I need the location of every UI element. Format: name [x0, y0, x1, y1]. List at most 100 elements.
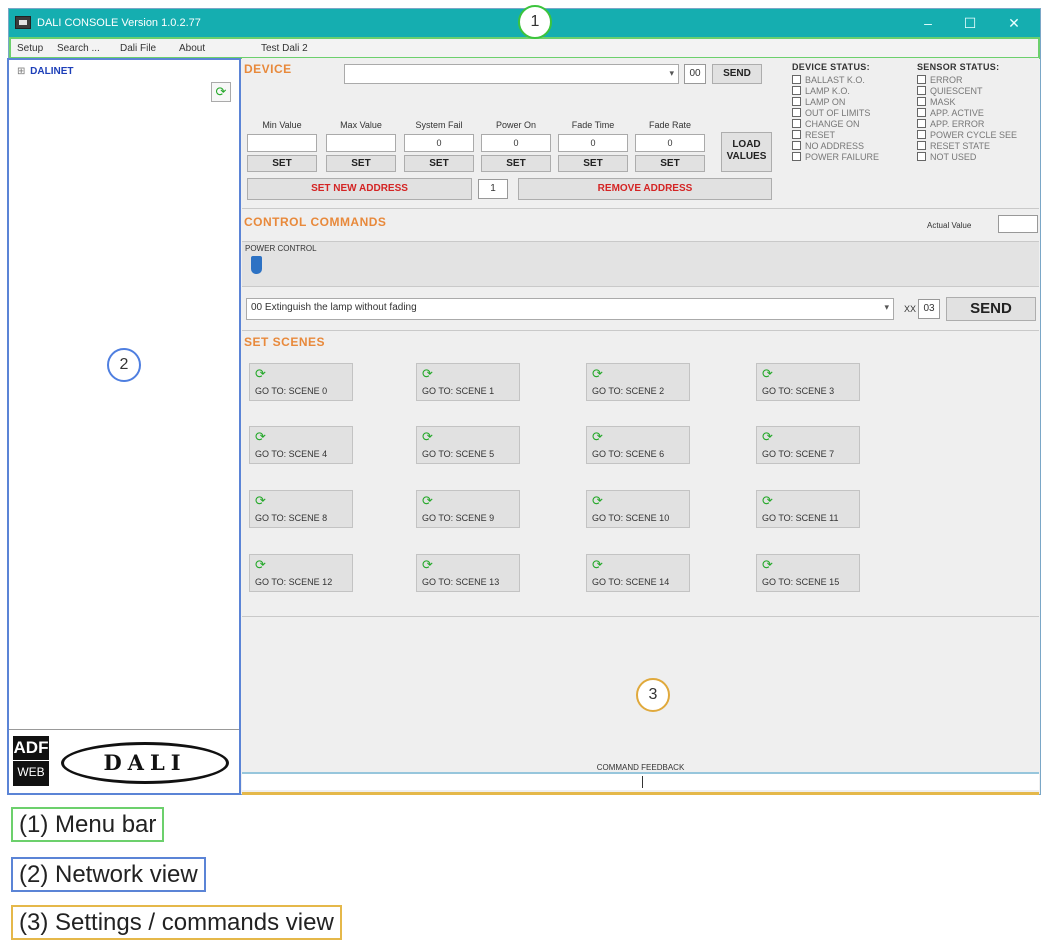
status-change-on: CHANGE ON — [792, 119, 879, 130]
refresh-icon: ⟳ — [255, 429, 266, 444]
power-on-field[interactable]: 0 — [481, 134, 551, 152]
status-lamp-ko: LAMP K.O. — [792, 86, 879, 97]
scene-15-button[interactable]: ⟳ GO TO: SCENE 15 — [756, 554, 860, 592]
new-address-field[interactable]: 1 — [478, 179, 508, 199]
marker-2: 2 — [107, 348, 141, 382]
chevron-down-icon: ▾ — [669, 68, 674, 78]
status-power-failure: POWER FAILURE — [792, 152, 879, 163]
minimize-button[interactable]: – — [913, 13, 943, 33]
refresh-icon: ⟳ — [255, 493, 266, 508]
device-status-title: DEVICE STATUS: — [792, 62, 870, 72]
logos: ADF WEB DALI — [9, 729, 239, 793]
set-new-address-button[interactable]: SET NEW ADDRESS — [247, 178, 472, 200]
checkbox — [917, 152, 926, 161]
menu-dali-file[interactable]: Dali File — [120, 43, 156, 54]
system-fail-field[interactable]: 0 — [404, 134, 474, 152]
tree-expander-icon[interactable]: ⊞ — [17, 66, 25, 77]
menu-search[interactable]: Search ... — [57, 43, 100, 54]
device-send-button[interactable]: SEND — [712, 64, 762, 84]
menu-setup[interactable]: Setup — [17, 43, 43, 54]
checkbox — [792, 152, 801, 161]
scene-11-button[interactable]: ⟳ GO TO: SCENE 11 — [756, 490, 860, 528]
control-commands-title: CONTROL COMMANDS — [244, 215, 387, 229]
min-value-field[interactable] — [247, 134, 317, 152]
checkbox — [917, 119, 926, 128]
refresh-network-button[interactable]: ⟳ — [211, 82, 231, 102]
scene-12-button[interactable]: ⟳ GO TO: SCENE 12 — [249, 554, 353, 592]
scene-8-button[interactable]: ⟳ GO TO: SCENE 8 — [249, 490, 353, 528]
command-feedback-box — [242, 772, 1039, 790]
refresh-icon: ⟳ — [762, 557, 773, 572]
slider-thumb[interactable] — [251, 256, 262, 274]
close-button[interactable]: ✕ — [999, 13, 1029, 33]
legend-menu-bar: (1) Menu bar — [11, 807, 165, 842]
param-label: Power On — [495, 120, 537, 130]
maximize-button[interactable]: ☐ — [955, 13, 985, 33]
set-system-fail-button[interactable]: SET — [404, 155, 474, 172]
power-control-slider[interactable]: POWER CONTROL — [242, 241, 1039, 287]
chevron-down-icon: ▾ — [884, 302, 889, 312]
scene-6-button[interactable]: ⟳ GO TO: SCENE 6 — [586, 426, 690, 464]
checkbox — [792, 141, 801, 150]
scene-9-button[interactable]: ⟳ GO TO: SCENE 9 — [416, 490, 520, 528]
menu-test-dali-2[interactable]: Test Dali 2 — [261, 43, 308, 54]
remove-address-button[interactable]: REMOVE ADDRESS — [518, 178, 772, 200]
set-power-on-button[interactable]: SET — [481, 155, 551, 172]
refresh-icon: ⟳ — [422, 366, 433, 381]
device-select[interactable]: ▾ — [344, 64, 679, 84]
fade-rate-field[interactable]: 0 — [635, 134, 705, 152]
refresh-icon: ⟳ — [422, 493, 433, 508]
device-status-panel: DEVICE STATUS: BALLAST K.O. LAMP K.O. LA… — [792, 62, 879, 163]
set-fade-rate-button[interactable]: SET — [635, 155, 705, 172]
page: DALI CONSOLE Version 1.0.2.77 – ☐ ✕ Setu… — [0, 0, 1041, 943]
adfweb-logo: ADF WEB — [13, 736, 49, 786]
param-label: System Fail — [415, 120, 463, 130]
refresh-icon: ⟳ — [592, 493, 603, 508]
scene-2-button[interactable]: ⟳ GO TO: SCENE 2 — [586, 363, 690, 401]
refresh-icon: ⟳ — [422, 557, 433, 572]
refresh-icon: ⟳ — [422, 429, 433, 444]
scene-1-button[interactable]: ⟳ GO TO: SCENE 1 — [416, 363, 520, 401]
scene-4-button[interactable]: ⟳ GO TO: SCENE 4 — [249, 426, 353, 464]
scene-7-button[interactable]: ⟳ GO TO: SCENE 7 — [756, 426, 860, 464]
checkbox — [917, 130, 926, 139]
xx-field[interactable]: 03 — [918, 299, 940, 319]
scene-0-button[interactable]: ⟳ GO TO: SCENE 0 — [249, 363, 353, 401]
status-ballast-ko: BALLAST K.O. — [792, 75, 879, 86]
marker-1: 1 — [518, 5, 552, 39]
fade-time-field[interactable]: 0 — [558, 134, 628, 152]
set-min-value-button[interactable]: SET — [247, 155, 317, 172]
set-fade-time-button[interactable]: SET — [558, 155, 628, 172]
checkbox — [917, 75, 926, 84]
scene-14-button[interactable]: ⟳ GO TO: SCENE 14 — [586, 554, 690, 592]
checkbox — [792, 75, 801, 84]
sensor-mask: MASK — [917, 97, 1017, 108]
max-value-field[interactable] — [326, 134, 396, 152]
command-select[interactable]: 00 Extinguish the lamp without fading ▾ — [246, 298, 894, 320]
legend-network-view: (2) Network view — [11, 857, 206, 892]
menu-about[interactable]: About — [179, 43, 205, 54]
app-icon — [15, 16, 31, 29]
device-address-field[interactable]: 00 — [684, 64, 706, 84]
scene-3-button[interactable]: ⟳ GO TO: SCENE 3 — [756, 363, 860, 401]
refresh-icon: ⟳ — [255, 557, 266, 572]
window-title: DALI CONSOLE Version 1.0.2.77 — [37, 17, 201, 29]
checkbox — [792, 130, 801, 139]
load-values-button[interactable]: LOAD VALUES — [721, 132, 772, 172]
status-no-address: NO ADDRESS — [792, 141, 879, 152]
param-label: Min Value — [262, 120, 302, 130]
refresh-icon: ⟳ — [592, 429, 603, 444]
network-view: ⊞ DALINET ⟳ ADF WEB DALI — [7, 58, 241, 795]
scene-10-button[interactable]: ⟳ GO TO: SCENE 10 — [586, 490, 690, 528]
command-send-button[interactable]: SEND — [946, 297, 1036, 321]
refresh-icon: ⟳ — [592, 557, 603, 572]
refresh-icon: ⟳ — [255, 366, 266, 381]
checkbox — [917, 108, 926, 117]
set-max-value-button[interactable]: SET — [326, 155, 396, 172]
xx-label: XX — [904, 304, 917, 314]
menu-bar: Setup Search ... Dali File About Test Da… — [9, 37, 1040, 59]
tree-node-dalinet[interactable]: DALINET — [30, 66, 73, 77]
checkbox — [917, 86, 926, 95]
scene-5-button[interactable]: ⟳ GO TO: SCENE 5 — [416, 426, 520, 464]
scene-13-button[interactable]: ⟳ GO TO: SCENE 13 — [416, 554, 520, 592]
